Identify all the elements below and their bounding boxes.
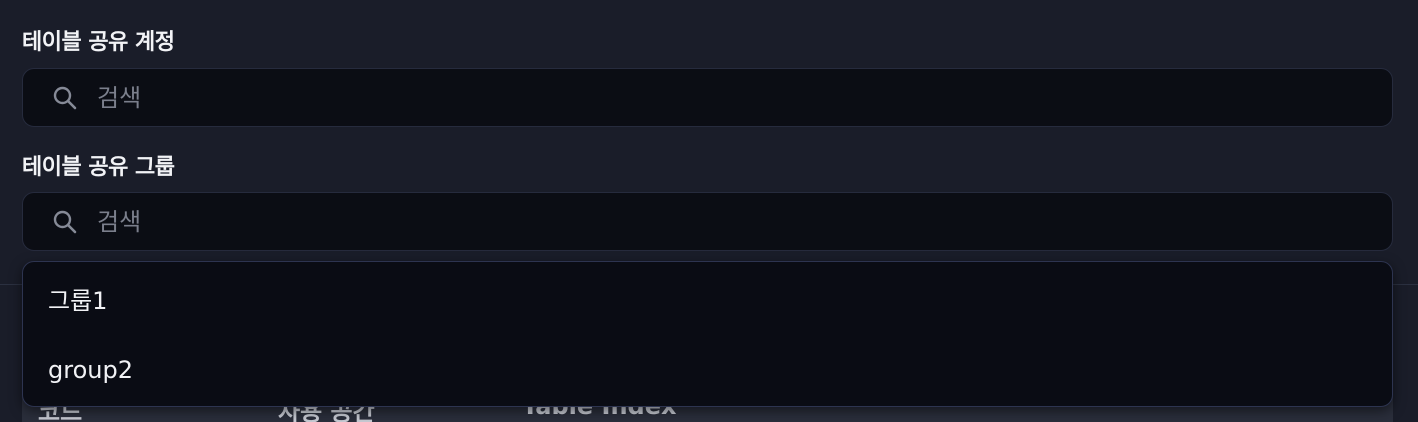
group-section-title: 테이블 공유 그룹 [22, 155, 175, 180]
search-icon [51, 208, 79, 236]
group-dropdown: 그룹1 group2 [22, 261, 1393, 407]
group-search-box[interactable] [22, 192, 1393, 251]
search-icon [51, 84, 79, 112]
dropdown-option-group1[interactable]: 그룹1 [23, 262, 1392, 334]
dropdown-option-group2[interactable]: group2 [23, 334, 1392, 406]
account-search-box[interactable] [22, 68, 1393, 127]
account-search-input[interactable] [97, 69, 1392, 126]
share-settings-panel: 테이블 공유 계정 테이블 공유 그룹 코드 사용 공간 Table Index… [0, 0, 1418, 422]
account-section-title: 테이블 공유 계정 [22, 30, 175, 55]
group-search-input[interactable] [97, 193, 1392, 250]
